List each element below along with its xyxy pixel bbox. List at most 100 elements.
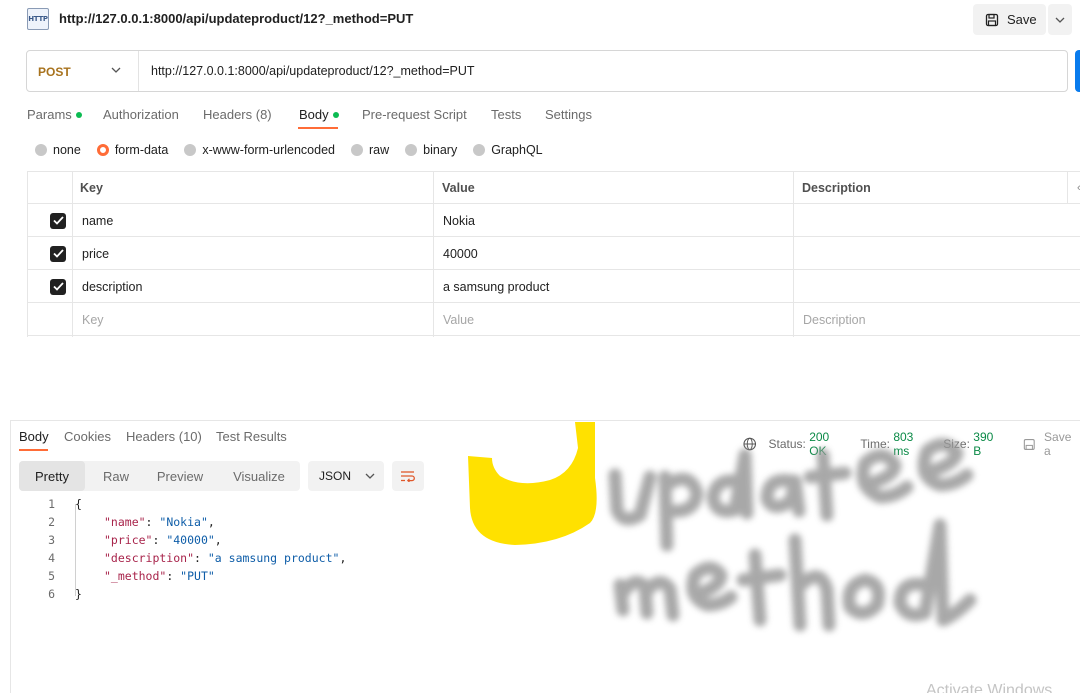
divider	[10, 420, 11, 693]
tab-body[interactable]: Body	[299, 107, 339, 122]
row-checkbox[interactable]	[50, 270, 66, 303]
response-tab-body[interactable]: Body	[19, 429, 49, 444]
format-select[interactable]: JSON	[308, 461, 384, 491]
radio-label: form-data	[114, 143, 169, 157]
save-response-icon[interactable]	[1023, 438, 1036, 451]
key-cell[interactable]: name	[82, 204, 113, 237]
value-cell[interactable]: a samsung product	[443, 270, 549, 303]
table-row-empty: Key Value Description	[27, 303, 1080, 336]
json-comma: ,	[339, 551, 347, 565]
radio-circle-selected	[96, 144, 109, 156]
radio-x-www-form-urlencoded[interactable]: x-www-form-urlencoded	[184, 143, 335, 157]
response-tab-headers[interactable]: Headers (10)	[126, 429, 202, 444]
url-input[interactable]: http://127.0.0.1:8000/api/updateproduct/…	[151, 64, 475, 78]
json-key: "_method"	[104, 569, 167, 583]
view-visualize[interactable]: Visualize	[219, 461, 299, 491]
handwritten-update-method-annotation	[608, 438, 977, 632]
radio-label: none	[53, 143, 81, 157]
radio-none[interactable]: none	[35, 143, 81, 157]
tab-settings[interactable]: Settings	[545, 107, 592, 122]
checkbox-checked[interactable]	[50, 245, 66, 262]
value-cell[interactable]: 40000	[443, 237, 478, 270]
json-value: "Nokia"	[159, 515, 208, 529]
checkbox-checked[interactable]	[50, 278, 66, 295]
row-checkbox[interactable]	[50, 237, 66, 270]
json-value: "a samsung product"	[207, 551, 340, 565]
check-icon	[52, 249, 64, 258]
active-tab-indicator	[19, 449, 48, 451]
key-cell[interactable]: description	[82, 270, 142, 303]
request-title-bar: HTTP http://127.0.0.1:8000/api/updatepro…	[0, 0, 1080, 38]
save-button[interactable]: Save	[973, 4, 1046, 35]
column-header-value: Value	[442, 180, 475, 195]
json-value: "PUT"	[180, 569, 215, 583]
radio-circle	[473, 144, 486, 156]
line-number: 4	[48, 551, 55, 565]
radio-label: GraphQL	[491, 143, 543, 157]
method-select[interactable]: POST	[38, 65, 71, 79]
tab-params[interactable]: Params	[27, 107, 82, 122]
view-pretty[interactable]: Pretty	[19, 461, 85, 491]
save-button-label: Save	[1007, 12, 1037, 27]
save-response-button[interactable]: Save a	[1044, 430, 1080, 458]
chevron-down-icon[interactable]	[111, 65, 121, 75]
json-key: "price"	[104, 533, 153, 547]
response-tab-cookies[interactable]: Cookies	[64, 429, 111, 444]
tab-body-label: Body	[299, 107, 329, 122]
windows-activation-watermark: Activate Windows	[926, 682, 1053, 693]
tab-params-label: Params	[27, 107, 72, 122]
line-number: 5	[48, 569, 55, 583]
column-header-description: Description	[802, 180, 871, 195]
response-tab-test-results[interactable]: Test Results	[216, 429, 287, 444]
radio-raw[interactable]: raw	[351, 143, 389, 157]
tab-authorization[interactable]: Authorization	[103, 107, 179, 122]
radio-binary[interactable]: binary	[405, 143, 457, 157]
response-view-switcher: Pretty Raw Preview Visualize	[19, 461, 300, 491]
radio-label: x-www-form-urlencoded	[202, 143, 335, 157]
body-type-selector: none form-data x-www-form-urlencoded raw…	[35, 143, 559, 157]
description-input[interactable]: Description	[803, 303, 866, 336]
table-header-row: Key Value Description ‹	[27, 171, 1080, 204]
value-cell[interactable]: Nokia	[443, 204, 475, 237]
key-cell[interactable]: price	[82, 237, 109, 270]
chevron-down-icon	[1055, 17, 1065, 23]
code-close-brace: }	[75, 587, 82, 601]
json-key: "name"	[104, 515, 146, 529]
column-header-key: Key	[80, 180, 103, 195]
radio-label: binary	[423, 143, 458, 157]
radio-circle	[351, 144, 363, 156]
save-options-dropdown[interactable]	[1048, 4, 1072, 35]
code-open-brace: {	[75, 497, 82, 511]
table-row: name Nokia	[27, 204, 1080, 237]
view-raw[interactable]: Raw	[85, 461, 147, 491]
radio-circle	[184, 144, 197, 156]
value-input[interactable]: Value	[443, 303, 474, 336]
tab-headers[interactable]: Headers (8)	[203, 107, 272, 122]
save-icon	[985, 13, 999, 26]
view-preview[interactable]: Preview	[147, 461, 213, 491]
url-bar: POST http://127.0.0.1:8000/api/updatepro…	[26, 50, 1068, 92]
wrap-lines-button[interactable]	[392, 461, 424, 491]
line-number: 3	[48, 533, 55, 547]
json-comma: ,	[214, 533, 222, 547]
request-title[interactable]: http://127.0.0.1:8000/api/updateproduct/…	[59, 11, 413, 26]
send-button[interactable]	[1075, 50, 1080, 92]
chevron-down-icon	[365, 473, 375, 479]
row-checkbox[interactable]	[50, 204, 66, 237]
line-number: 2	[48, 515, 55, 529]
indent-guide	[75, 504, 76, 596]
radio-graphql[interactable]: GraphQL	[473, 143, 543, 157]
line-number: 6	[48, 587, 55, 601]
check-icon	[52, 282, 64, 291]
table-row: price 40000	[27, 237, 1080, 270]
tab-pre-request-script[interactable]: Pre-request Script	[362, 107, 467, 122]
json-key: "description"	[104, 551, 195, 565]
tab-tests[interactable]: Tests	[491, 107, 521, 122]
http-request-icon: HTTP	[27, 8, 49, 30]
active-tab-indicator	[298, 127, 338, 129]
format-label: JSON	[319, 469, 352, 483]
key-input[interactable]: Key	[82, 303, 104, 336]
json-value: "40000"	[166, 533, 215, 547]
checkbox-checked[interactable]	[50, 212, 66, 229]
radio-form-data[interactable]: form-data	[96, 143, 169, 157]
